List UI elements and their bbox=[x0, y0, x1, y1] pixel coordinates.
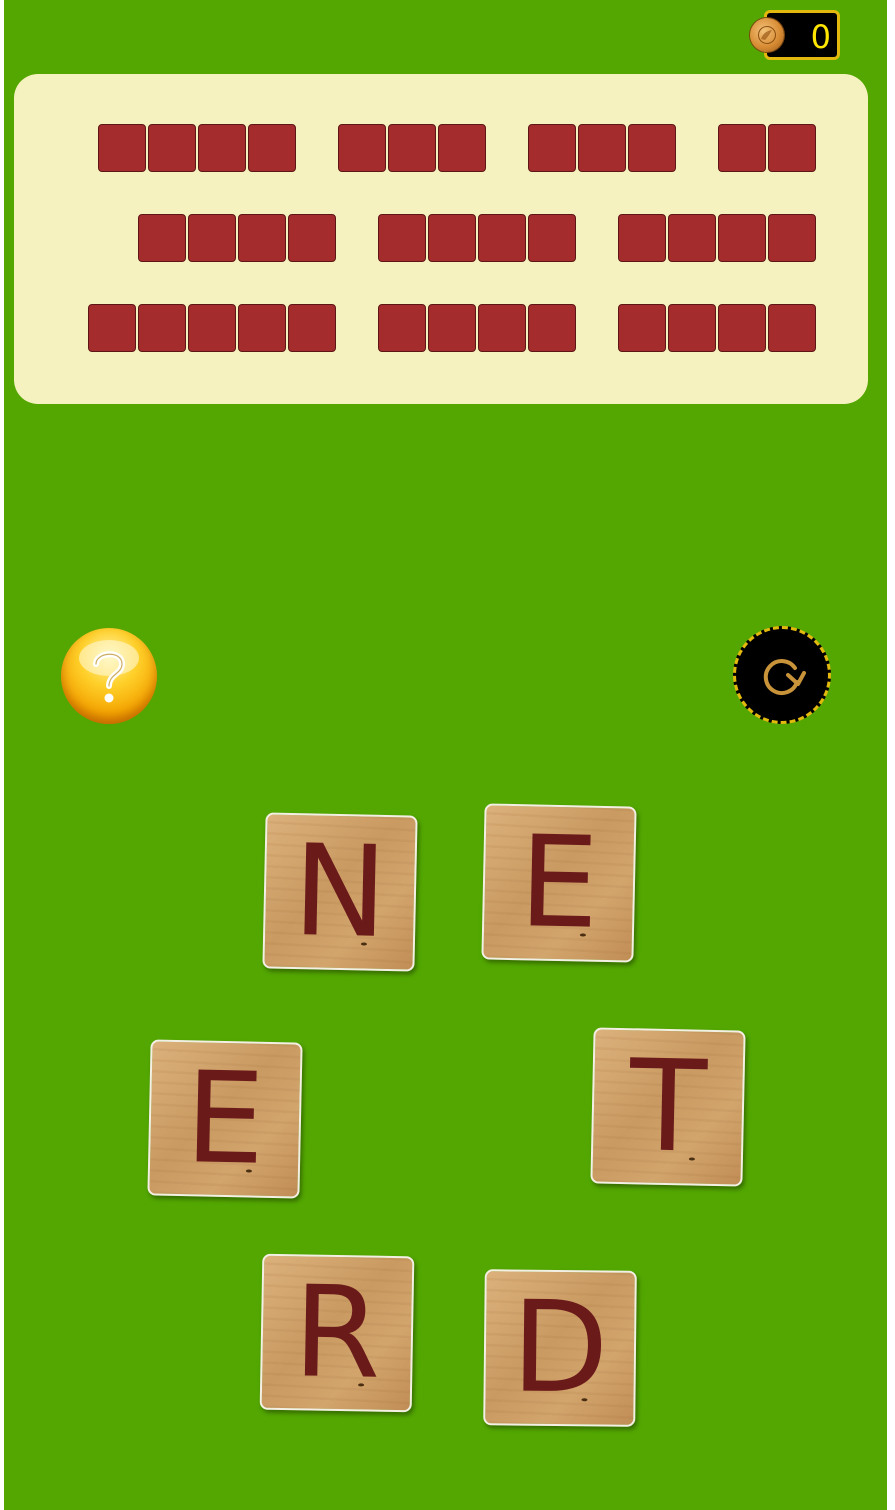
wood-knot bbox=[579, 933, 586, 937]
answer-slot bbox=[188, 304, 236, 352]
answer-slot bbox=[98, 124, 146, 172]
answer-slot bbox=[378, 214, 426, 262]
answer-slot bbox=[248, 124, 296, 172]
tile-letter: E bbox=[517, 808, 601, 957]
answer-slot bbox=[668, 214, 716, 262]
answer-slot bbox=[428, 214, 476, 262]
answer-slot bbox=[188, 214, 236, 262]
answer-slot bbox=[478, 304, 526, 352]
shuffle-button[interactable] bbox=[733, 626, 831, 724]
answer-board bbox=[14, 74, 868, 404]
answer-slot bbox=[528, 124, 576, 172]
letter-tile[interactable]: E bbox=[147, 1039, 303, 1199]
answer-slot bbox=[238, 214, 286, 262]
answer-slot bbox=[148, 124, 196, 172]
answer-slot bbox=[198, 124, 246, 172]
answer-slot bbox=[428, 304, 476, 352]
answer-slot bbox=[88, 304, 136, 352]
answer-slot bbox=[528, 304, 576, 352]
tile-letter: N bbox=[291, 817, 389, 966]
answer-slot bbox=[578, 124, 626, 172]
wood-knot bbox=[360, 942, 367, 946]
answer-slot bbox=[338, 124, 386, 172]
wood-knot bbox=[245, 1169, 252, 1173]
answer-slot bbox=[438, 124, 486, 172]
answer-slot bbox=[768, 124, 816, 172]
answer-slot bbox=[528, 214, 576, 262]
letter-tile[interactable]: N bbox=[262, 812, 418, 972]
wood-knot bbox=[688, 1157, 695, 1161]
tile-letter: D bbox=[510, 1273, 610, 1422]
hint-button[interactable] bbox=[61, 628, 157, 724]
answer-slot bbox=[378, 304, 426, 352]
answer-slot bbox=[768, 214, 816, 262]
answer-slot bbox=[768, 304, 816, 352]
letter-tile[interactable]: R bbox=[259, 1253, 415, 1413]
answer-slot bbox=[138, 304, 186, 352]
tile-letter: T bbox=[627, 1032, 709, 1181]
answer-slot bbox=[618, 214, 666, 262]
question-mark-icon bbox=[79, 640, 139, 703]
letter-tile[interactable]: D bbox=[483, 1269, 637, 1427]
answer-slot bbox=[668, 304, 716, 352]
refresh-icon bbox=[763, 659, 806, 696]
answer-slot bbox=[288, 304, 336, 352]
answer-slot bbox=[288, 214, 336, 262]
answer-slot bbox=[138, 214, 186, 262]
answer-slot bbox=[238, 304, 286, 352]
coin-icon bbox=[750, 18, 784, 52]
letter-tile[interactable]: T bbox=[590, 1027, 746, 1187]
answer-slot bbox=[718, 124, 766, 172]
tile-letter: E bbox=[183, 1044, 267, 1193]
answer-slot bbox=[478, 214, 526, 262]
game-stage: 0 NEETRD bbox=[4, 0, 887, 1510]
answer-slot bbox=[618, 304, 666, 352]
answer-slot bbox=[388, 124, 436, 172]
letter-tile[interactable]: E bbox=[481, 803, 637, 963]
wood-knot bbox=[581, 1398, 588, 1402]
answer-slot bbox=[718, 304, 766, 352]
answer-slot bbox=[718, 214, 766, 262]
wood-knot bbox=[358, 1383, 365, 1387]
coin-count: 0 bbox=[810, 18, 831, 56]
answer-slot bbox=[628, 124, 676, 172]
tile-letter: R bbox=[291, 1258, 383, 1407]
